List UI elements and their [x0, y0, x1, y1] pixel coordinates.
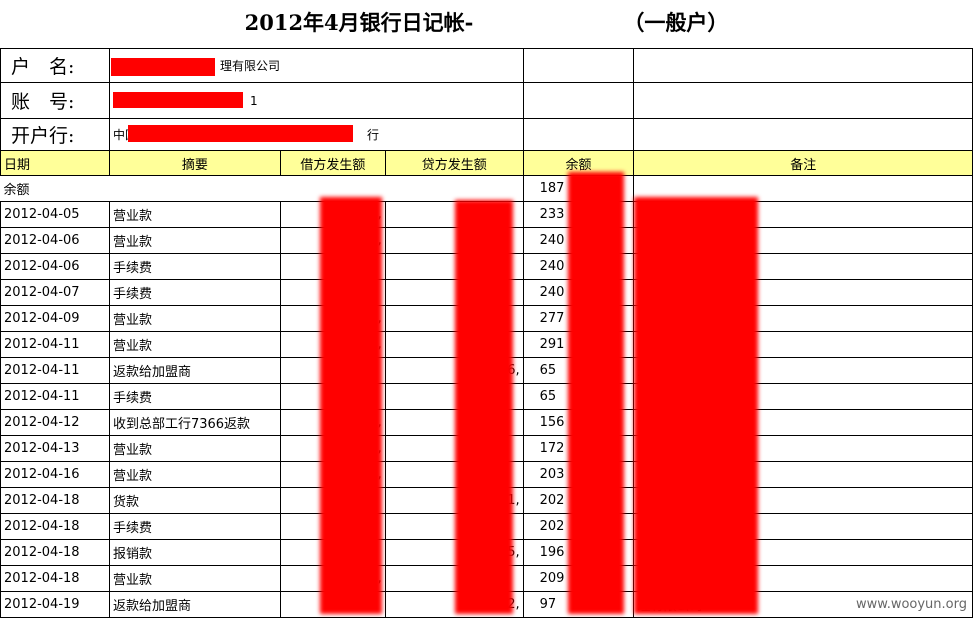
cell-summary: 营业款: [108, 227, 281, 254]
account-number-label: 账 号:: [0, 82, 110, 119]
col-debit: 借方发生额: [279, 150, 386, 176]
cell-summary: 营业款: [108, 201, 281, 228]
cell-summary: 营业款: [108, 435, 281, 462]
page-title: 2012年4月银行日记帐- （一般户）: [0, 0, 973, 48]
account-name-label: 户 名:: [0, 48, 110, 83]
cell-date: 2012-04-18: [0, 565, 110, 592]
redaction-mark: [113, 92, 243, 108]
cell-date: 2012-04-06: [0, 253, 110, 280]
col-note: 备注: [633, 150, 973, 176]
redaction-mark: [455, 200, 513, 614]
cell-date: 2012-04-18: [0, 513, 110, 540]
cell-summary: 返款给加盟商: [108, 357, 281, 384]
cell-date: 2012-04-11: [0, 331, 110, 358]
cell-date: 2012-04-11: [0, 383, 110, 410]
cell-date: 2012-04-11: [0, 357, 110, 384]
redaction-mark: [128, 125, 353, 142]
cell-date: 2012-04-18: [0, 487, 110, 514]
cell-summary: 手续费: [108, 253, 281, 280]
cell-date: 2012-04-07: [0, 279, 110, 306]
cell-date: 2012-04-13: [0, 435, 110, 462]
cell-date: 2012-04-09: [0, 305, 110, 332]
cell-summary: 营业款: [108, 305, 281, 332]
cell-date: 2012-04-16: [0, 461, 110, 488]
cell-summary: 报销款: [108, 539, 281, 566]
cell-date: 2012-04-05: [0, 201, 110, 228]
title-suffix: （一般户）: [623, 10, 729, 35]
cell-summary: 手续费: [108, 383, 281, 410]
redaction-mark: [320, 197, 382, 614]
opening-balance-row: 余额 187: [0, 175, 973, 202]
col-date: 日期: [0, 150, 110, 176]
redaction-mark: [634, 197, 758, 614]
cell-summary: 手续费: [108, 513, 281, 540]
cell-summary: 营业款: [108, 331, 281, 358]
redaction-mark: [568, 172, 624, 614]
cell-summary: 货款: [108, 487, 281, 514]
cell-summary: 收到总部工行7366返款: [108, 409, 281, 436]
bank-label: 开户行:: [0, 118, 110, 151]
watermark: www.wooyun.org: [855, 597, 967, 612]
redaction-mark: [111, 58, 215, 76]
cell-summary: 营业款: [108, 461, 281, 488]
column-header-row: 日期 摘要 借方发生额 贷方发生额 余额 备注: [0, 150, 973, 176]
cell-date: 2012-04-06: [0, 227, 110, 254]
col-summary: 摘要: [108, 150, 281, 176]
cell-summary: 营业款: [108, 565, 281, 592]
cell-date: 2012-04-12: [0, 409, 110, 436]
opening-label: 余额: [0, 175, 524, 202]
bank-value-suffix: 行: [366, 128, 379, 142]
cell-summary: 手续费: [108, 279, 281, 306]
cell-date: 2012-04-18: [0, 539, 110, 566]
title-text: 2012年4月银行日记帐-: [244, 10, 474, 35]
col-credit: 贷方发生额: [384, 150, 524, 176]
